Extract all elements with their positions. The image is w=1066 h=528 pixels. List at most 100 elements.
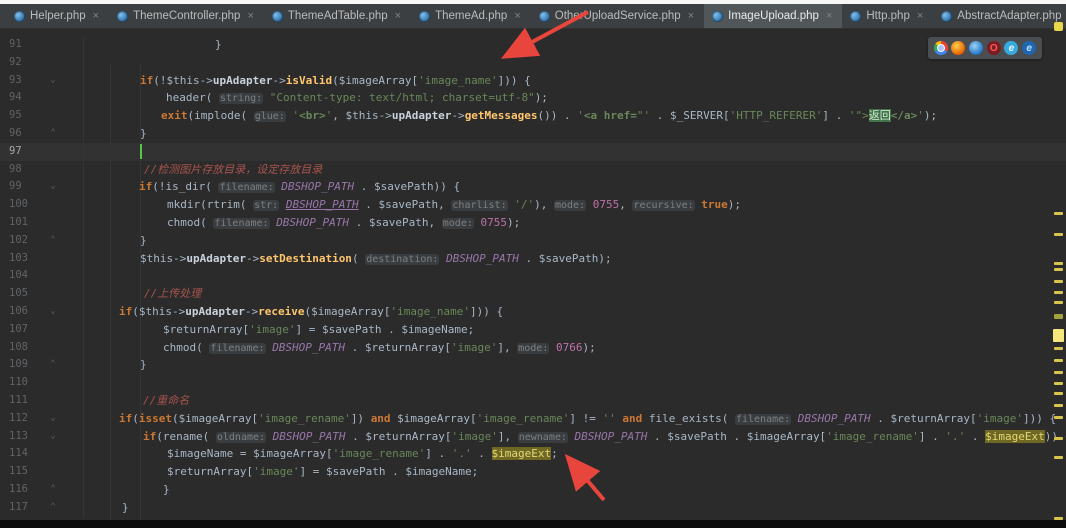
fold-marker-icon[interactable]: ⌃: [46, 499, 60, 517]
code-line-114[interactable]: 114 $imageName = $imageArray['image_renam…: [0, 445, 1066, 464]
tab-close-icon[interactable]: ×: [514, 10, 520, 22]
tab-themead-php[interactable]: ThemeAd.php ×: [411, 4, 531, 28]
code-text[interactable]: if(rename( oldname: DBSHOP_PATH . $retur…: [84, 428, 1066, 446]
error-stripe-mark[interactable]: [1054, 371, 1063, 374]
error-stripe-mark[interactable]: [1054, 233, 1063, 236]
fold-marker-icon[interactable]: ⌄: [46, 72, 60, 90]
error-stripe-mark[interactable]: [1054, 280, 1063, 283]
error-stripe-mark[interactable]: [1053, 329, 1064, 342]
code-text[interactable]: if(!is_dir( filename: DBSHOP_PATH . $sav…: [84, 178, 1066, 196]
code-line-96[interactable]: 96 ⌃}: [0, 124, 1066, 143]
error-stripe-mark[interactable]: [1054, 392, 1063, 395]
code-text[interactable]: $returnArray['image'] = $savePath . $ima…: [84, 321, 1066, 339]
code-line-107[interactable]: 107 $returnArray['image'] = $savePath . $…: [0, 320, 1066, 339]
code-line-100[interactable]: 100 mkdir(rtrim( str: DBSHOP_PATH . $save…: [0, 196, 1066, 214]
code-text[interactable]: if(isset($imageArray['image_rename']) an…: [84, 410, 1066, 428]
code-line-97[interactable]: 97: [0, 142, 1066, 161]
safari-browser-icon[interactable]: [969, 41, 984, 55]
error-stripe-mark[interactable]: [1054, 456, 1063, 459]
error-stripe-mark[interactable]: [1054, 347, 1063, 350]
code-text[interactable]: $returnArray['image'] = $savePath . $ima…: [84, 463, 1066, 481]
code-text[interactable]: [84, 54, 1066, 72]
code-editor[interactable]: 91} 92 93 ⌄ if(!$this->upAdapter->isValid($i…: [0, 29, 1066, 528]
code-text[interactable]: }: [84, 499, 1066, 517]
code-line-101[interactable]: 101 chmod( filename: DBSHOP_PATH . $saveP…: [0, 213, 1066, 232]
code-text[interactable]: header( string: "Content-type: text/html…: [84, 89, 1066, 107]
code-text[interactable]: chmod( filename: DBSHOP_PATH . $returnAr…: [84, 339, 1066, 357]
code-text[interactable]: }: [84, 481, 1066, 499]
code-text[interactable]: [84, 143, 1066, 161]
tab-imageupload-php[interactable]: ImageUpload.php ×: [704, 4, 843, 28]
code-text[interactable]: //重命名: [84, 392, 1066, 410]
fold-marker-icon[interactable]: ⌄: [46, 428, 60, 446]
code-text[interactable]: [84, 267, 1066, 285]
code-line-109[interactable]: 109 ⌃}: [0, 356, 1066, 375]
code-line-113[interactable]: 113 ⌄ if(rename( oldname: DBSHOP_PATH . $r…: [0, 427, 1066, 446]
code-text[interactable]: }: [84, 36, 1066, 54]
error-stripe-mark[interactable]: [1054, 212, 1063, 215]
tab-themeadtable-php[interactable]: ThemeAdTable.php ×: [264, 4, 411, 28]
code-line-117[interactable]: 117 ⌃}: [0, 498, 1066, 517]
code-line-111[interactable]: 111 //重命名: [0, 391, 1066, 410]
code-line-110[interactable]: 110: [0, 374, 1066, 392]
code-text[interactable]: }: [84, 125, 1066, 143]
code-text[interactable]: }: [84, 356, 1066, 374]
code-line-112[interactable]: 112 ⌄ if(isset($imageArray['image_rename']…: [0, 409, 1066, 428]
error-stripe-mark[interactable]: [1054, 301, 1063, 304]
code-text[interactable]: //上传处理: [84, 285, 1066, 303]
fold-marker-icon[interactable]: ⌃: [46, 232, 60, 250]
tab-close-icon[interactable]: ×: [93, 10, 99, 22]
code-text[interactable]: chmod( filename: DBSHOP_PATH . $savePath…: [84, 214, 1066, 232]
fold-marker-icon[interactable]: ⌃: [46, 125, 60, 143]
fold-marker-icon[interactable]: ⌄: [46, 410, 60, 428]
code-text[interactable]: //检测图片存放目录，设定存放目录: [84, 161, 1066, 179]
code-line-116[interactable]: 116 ⌃}: [0, 480, 1066, 499]
code-line-103[interactable]: 103 $this->upAdapter->setDestination( des…: [0, 249, 1066, 268]
tab-close-icon[interactable]: ×: [688, 10, 694, 22]
code-line-99[interactable]: 99 ⌄ if(!is_dir( filename: DBSHOP_PATH . $…: [0, 178, 1066, 197]
code-text[interactable]: $imageName = $imageArray['image_rename']…: [84, 445, 1066, 463]
code-text[interactable]: exit(implode( glue: ' <br> ' , $this->upAda…: [84, 107, 1066, 125]
error-stripe-mark[interactable]: [1054, 291, 1063, 294]
fold-marker-icon[interactable]: ⌄: [46, 303, 60, 321]
scrollbar-error-stripe[interactable]: [1052, 29, 1066, 520]
ie-browser-icon[interactable]: e: [1004, 41, 1019, 55]
code-text[interactable]: $this->upAdapter->setDestination( destin…: [84, 250, 1066, 268]
tab-close-icon[interactable]: ×: [917, 10, 923, 22]
code-line-95[interactable]: 95 exit(implode( glue: ' <br> ' , $this->upA…: [0, 107, 1066, 125]
chrome-browser-icon[interactable]: [933, 41, 948, 55]
code-line-108[interactable]: 108 chmod( filename: DBSHOP_PATH . $retur…: [0, 338, 1066, 357]
error-stripe-mark[interactable]: [1054, 359, 1063, 362]
code-text[interactable]: if(!$this->upAdapter->isValid($imageArra…: [84, 72, 1066, 90]
fold-marker-icon[interactable]: ⌄: [46, 178, 60, 196]
error-stripe-mark[interactable]: [1054, 268, 1063, 271]
code-text[interactable]: if($this->upAdapter->receive($imageArray…: [84, 303, 1066, 321]
tab-close-icon[interactable]: ×: [826, 10, 832, 22]
code-line-93[interactable]: 93 ⌄ if(!$this->upAdapter->isValid($imageA…: [0, 71, 1066, 90]
error-stripe-mark[interactable]: [1054, 314, 1063, 319]
error-stripe-mark[interactable]: [1054, 416, 1063, 419]
code-line-104[interactable]: 104: [0, 267, 1066, 286]
error-stripe-mark[interactable]: [1054, 262, 1063, 265]
code-line-98[interactable]: 98 //检测图片存放目录，设定存放目录: [0, 160, 1066, 179]
code-text[interactable]: }: [84, 232, 1066, 250]
tab-abstractadapter-php[interactable]: AbstractAdapter.php×: [933, 4, 1066, 28]
code-text[interactable]: mkdir(rtrim( str: DBSHOP_PATH . $savePat…: [84, 196, 1066, 214]
code-line-94[interactable]: 94 header( string: "Content-type: text/ht…: [0, 89, 1066, 108]
error-stripe-mark[interactable]: [1054, 382, 1063, 385]
tab-close-icon[interactable]: ×: [247, 10, 253, 22]
inspection-status-indicator[interactable]: [1054, 22, 1063, 31]
tab-close-icon[interactable]: ×: [395, 10, 401, 22]
opera-browser-icon[interactable]: O: [986, 41, 1001, 55]
code-line-92[interactable]: 92: [0, 53, 1066, 72]
tab-http-php[interactable]: Http.php ×: [842, 4, 933, 28]
tab-themecontroller-php[interactable]: ThemeController.php ×: [109, 4, 264, 28]
code-line-105[interactable]: 105 //上传处理: [0, 285, 1066, 303]
edge-browser-icon[interactable]: e: [1022, 41, 1037, 55]
error-stripe-mark[interactable]: [1054, 437, 1063, 440]
fold-marker-icon[interactable]: ⌃: [46, 481, 60, 499]
code-line-106[interactable]: 106 ⌄ if($this->upAdapter->receive($imageA…: [0, 302, 1066, 321]
firefox-browser-icon[interactable]: [951, 41, 966, 55]
tab-otheruploadservice-php[interactable]: OtherUploadService.php ×: [531, 4, 704, 28]
code-line-91[interactable]: 91}: [0, 36, 1066, 54]
